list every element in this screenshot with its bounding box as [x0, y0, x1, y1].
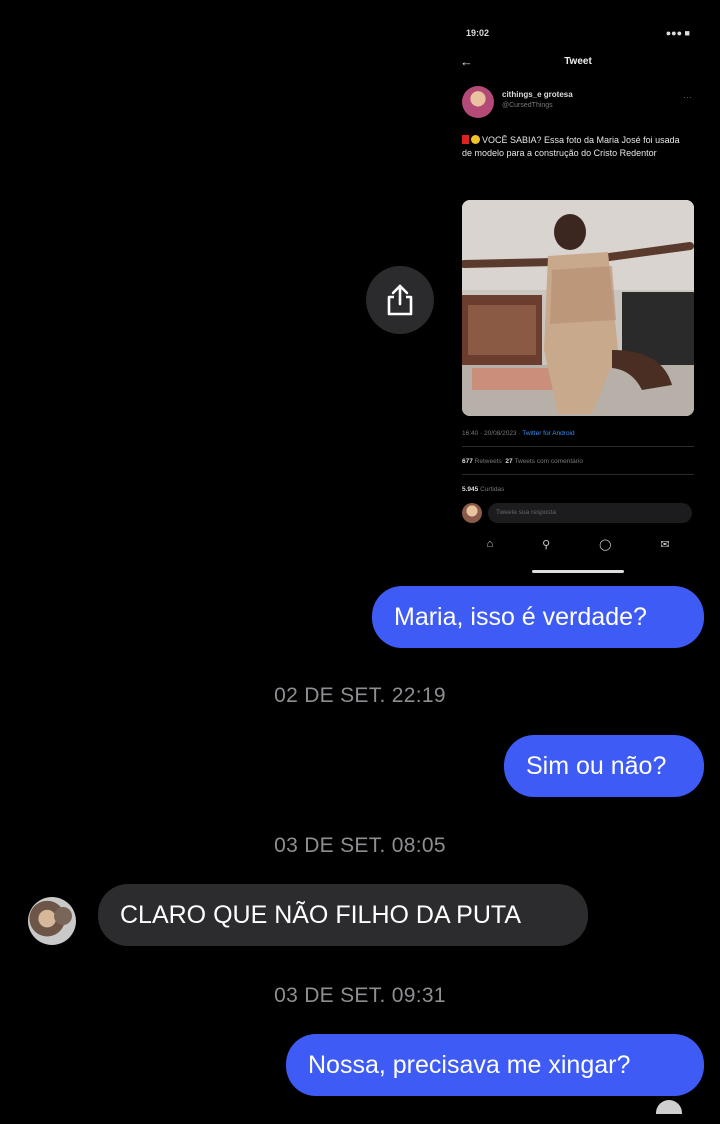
message-timestamp: 03 DE SET. 09:31: [274, 984, 446, 1007]
message-timestamp: 02 DE SET. 22:19: [274, 684, 446, 707]
tweet-screenshot-attachment[interactable]: 19:02 ●●● ■ ← Tweet cithings_e grotesa @…: [452, 18, 704, 580]
seen-receipt-avatar: [656, 1100, 682, 1114]
divider: [462, 474, 694, 475]
more-icon: …: [683, 90, 692, 100]
red-emoji-icon: [462, 135, 469, 144]
status-time: 19:02: [466, 28, 490, 38]
home-icon: ⌂: [486, 538, 494, 550]
status-indicators: ●●● ■: [665, 28, 690, 38]
author-avatar: [462, 86, 494, 118]
message-bubble-outgoing[interactable]: Nossa, precisava me xingar?: [286, 1034, 704, 1096]
search-icon: ⚲: [542, 538, 551, 551]
share-button[interactable]: [366, 266, 434, 334]
tweet-likes-line: 5.945 Curtidas: [462, 486, 504, 493]
quotes-count: 27: [505, 458, 513, 465]
contact-avatar[interactable]: [28, 897, 76, 945]
message-bubble-outgoing[interactable]: Maria, isso é verdade?: [372, 586, 704, 648]
tweet-text: VOCÊ SABIA? Essa foto da Maria José foi …: [462, 135, 680, 158]
likes-count: 5.945: [462, 486, 479, 493]
divider: [462, 446, 694, 447]
author-name: cithings_e grotesa: [502, 90, 573, 99]
quotes-label: Tweets com comentário: [514, 458, 583, 465]
tweet-photo: [462, 200, 694, 416]
tweet-text-block: VOCÊ SABIA? Essa foto da Maria José foi …: [462, 134, 692, 160]
tweet-header-title: Tweet: [564, 56, 592, 67]
author-handle: @CursedThings: [502, 102, 553, 109]
tweet-bottom-nav: ⌂ ⚲ ◯ ✉: [462, 534, 694, 554]
message-timestamp: 03 DE SET. 08:05: [274, 834, 446, 857]
bell-icon: ◯: [599, 538, 612, 551]
tweet-client-link[interactable]: Twitter for Android: [522, 430, 574, 437]
tweet-timestamp: 16:40 · 20/08/2023 ·: [462, 430, 523, 437]
reply-input: Tweete sua resposta: [488, 503, 692, 523]
likes-label: Curtidas: [480, 486, 505, 493]
face-emoji-icon: [471, 135, 480, 144]
message-bubble-incoming[interactable]: CLARO QUE NÃO FILHO DA PUTA: [98, 884, 588, 946]
photo-illustration: [462, 200, 694, 416]
share-icon: [387, 284, 413, 316]
message-bubble-outgoing[interactable]: Sim ou não?: [504, 735, 704, 797]
tweet-timestamp-line: 16:40 · 20/08/2023 · Twitter for Android: [462, 430, 575, 437]
tweet-engagement-line: 677 Retweets 27 Tweets com comentário: [462, 458, 583, 465]
retweets-label: Retweets: [474, 458, 502, 465]
reply-avatar: [462, 503, 482, 523]
home-indicator: [532, 570, 624, 573]
retweets-count: 677: [462, 458, 473, 465]
mail-icon: ✉: [660, 538, 670, 551]
